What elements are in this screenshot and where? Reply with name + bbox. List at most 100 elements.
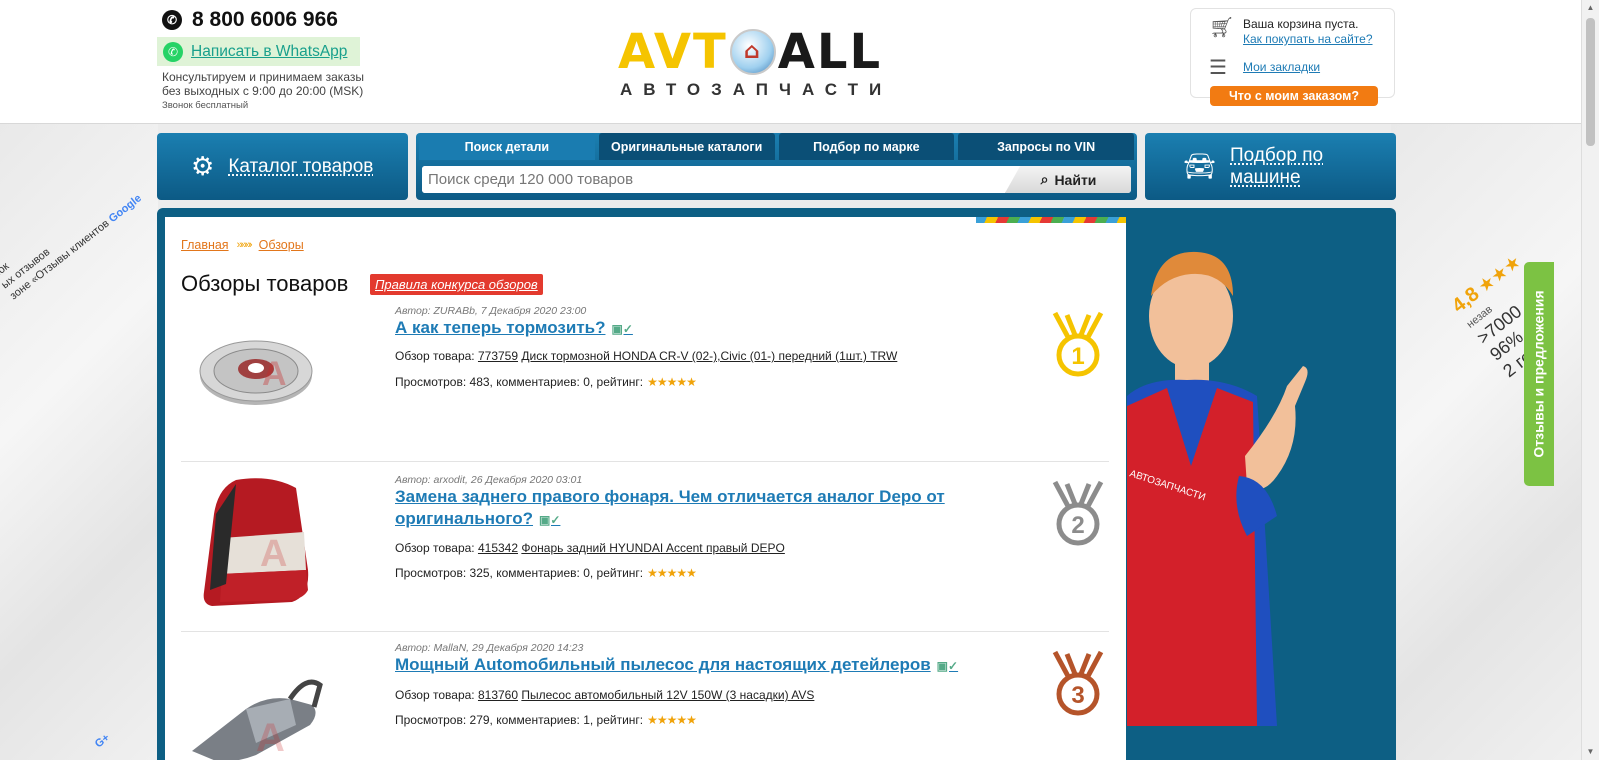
review-product: Обзор товара: 773759 Диск тормозной HOND… (395, 349, 897, 363)
consult-line: без выходных с 9:00 до 20:00 (MSK) (162, 84, 364, 98)
review-stats-text: Просмотров: 325, комментариев: 0, рейтин… (395, 566, 644, 580)
tab-part-search[interactable]: Поиск детали (419, 133, 595, 160)
rating-stars-icon: ★★★★★ (647, 713, 697, 727)
silver-medal-icon: 2 (1052, 480, 1104, 546)
car-icon: 🚘︎ (1183, 151, 1217, 181)
review-author: Автор: arxodit, 26 Декабря 2020 03:01 (395, 474, 583, 486)
catalog-button[interactable]: ⚙ Каталог товаров (157, 133, 408, 200)
rating-stars-icon: ★★★★★ (647, 375, 697, 389)
breadcrumb-arrows-icon: »»»› (236, 239, 253, 251)
product-prefix: Обзор товара: (395, 349, 475, 363)
review-stats-text: Просмотров: 279, комментариев: 1, рейтин… (395, 713, 644, 727)
review-item: A Автор: MallaN, 29 Декабря 2020 14:23 М… (181, 632, 1109, 760)
review-item: A Автор: ZURABb, 7 Декабря 2020 23:00 А … (181, 303, 1109, 462)
product-code-link[interactable]: 415342 (478, 541, 518, 555)
logo-right: ALL (777, 24, 883, 80)
photo-attach-icon: ▣✓ (539, 513, 561, 527)
scroll-thumb[interactable] (1586, 18, 1595, 146)
product-prefix: Обзор товара: (395, 541, 475, 555)
place-number: 3 (1071, 682, 1084, 709)
review-title-text[interactable]: Замена заднего правого фонаря. Чем отлич… (395, 487, 945, 528)
review-stats: Просмотров: 279, комментариев: 1, рейтин… (395, 713, 697, 727)
review-author: Автор: MallaN, 29 Декабря 2020 14:23 (395, 642, 584, 654)
tab-vin-requests[interactable]: Запросы по VIN (958, 133, 1134, 160)
rating-stars-icon: ★★★★★ (647, 566, 697, 580)
review-stats: Просмотров: 325, комментариев: 0, рейтин… (395, 566, 697, 580)
bronze-medal-icon: 3 (1052, 650, 1104, 716)
search-row: ⌕ Найти (422, 166, 1131, 193)
breadcrumb: Главная »»»› Обзоры (181, 238, 304, 252)
consult-line: Консультируем и принимаем заказы (162, 70, 364, 84)
decorative-stripes (976, 217, 1126, 223)
breadcrumb-home[interactable]: Главная (181, 238, 229, 252)
search-input[interactable] (422, 166, 1005, 193)
review-product: Обзор товара: 415342 Фонарь задний HYUND… (395, 541, 785, 555)
breadcrumb-current[interactable]: Обзоры (259, 238, 304, 252)
promo-person-illustration: АВТОЗАПЧАСТИ (1127, 251, 1308, 726)
bookmark-icon[interactable]: ☰ (1209, 57, 1231, 79)
feedback-tab[interactable]: Отзывы и предложения (1524, 262, 1554, 486)
piston-icon: ⚙ (191, 151, 215, 181)
feedback-label: Отзывы и предложения (1531, 290, 1547, 458)
free-call-note: Звонок бесплатный (162, 100, 249, 111)
scroll-up-icon[interactable]: ▲ (1586, 3, 1595, 13)
tab-by-brand[interactable]: Подбор по марке (778, 133, 955, 160)
search-button[interactable]: ⌕ Найти (1005, 166, 1131, 193)
tab-original-catalogs[interactable]: Оригинальные каталоги (598, 133, 775, 160)
snow-globe-icon: ⌂ (729, 29, 776, 75)
cart-status: Ваша корзина пуста. (1243, 17, 1359, 31)
bookmarks-link[interactable]: Мои закладки (1243, 60, 1320, 74)
search-block: Поиск детали Оригинальные каталоги Подбо… (416, 133, 1137, 200)
cart-row: 🛒︎ Ваша корзина пуста. Как покупать на с… (1209, 17, 1373, 47)
vacuum-cleaner-image[interactable]: A (181, 640, 331, 760)
whatsapp-link[interactable]: Написать в WhatsApp (191, 43, 347, 61)
site-logo[interactable]: AVT ⌂ ALL АВТОЗАПЧАСТИ (618, 26, 930, 102)
whatsapp-block[interactable]: ✆ Написать в WhatsApp (157, 37, 360, 66)
photo-attach-icon: ▣✓ (611, 322, 633, 336)
phone-number[interactable]: 8 800 6006 966 (192, 8, 338, 32)
cart-icon[interactable]: 🛒︎ (1209, 17, 1234, 39)
logo-subtitle: АВТОЗАПЧАСТИ (620, 80, 893, 99)
review-title-text[interactable]: Мощный Automобильный пылесос для настоящ… (395, 655, 931, 674)
review-title-text[interactable]: А как теперь тормозить? (395, 318, 605, 337)
phone-icon: ✆ (162, 10, 182, 30)
product-code-link[interactable]: 773759 (478, 349, 518, 363)
product-prefix: Обзор товара: (395, 688, 475, 702)
reviews-content: Главная »»»› Обзоры Обзоры товаров Прави… (165, 217, 1126, 760)
consult-text: Консультируем и принимаем заказы без вых… (162, 70, 364, 98)
review-title[interactable]: А как теперь тормозить? ▣✓ (395, 317, 985, 340)
how-to-buy-link[interactable]: Как покупать на сайте? (1243, 32, 1373, 46)
svg-text:A: A (262, 355, 287, 393)
product-name-link[interactable]: Диск тормозной HONDA CR-V (02-),Civic (0… (521, 349, 897, 363)
review-stats: Просмотров: 483, комментариев: 0, рейтин… (395, 375, 697, 389)
car-select-button[interactable]: 🚘︎ Подбор по машине (1145, 133, 1396, 200)
order-status-button[interactable]: Что с моим заказом? (1210, 86, 1378, 106)
search-icon: ⌕ (1040, 171, 1049, 187)
page-title: Обзоры товаров (181, 271, 349, 296)
review-title[interactable]: Замена заднего правого фонаря. Чем отлич… (395, 486, 985, 531)
search-button-label: Найти (1054, 171, 1097, 188)
search-tabs: Поиск детали Оригинальные каталоги Подбо… (416, 133, 1137, 160)
product-code-link[interactable]: 813760 (478, 688, 518, 702)
tail-light-image[interactable]: A (181, 474, 331, 614)
review-author: Автор: ZURABb, 7 Декабря 2020 23:00 (395, 305, 587, 317)
brake-disc-image[interactable]: A (181, 303, 331, 443)
contest-rules-button[interactable]: Правила конкурса обзоров (370, 274, 543, 295)
whatsapp-icon: ✆ (163, 41, 183, 62)
svg-text:A: A (260, 533, 287, 575)
photo-attach-icon: ▣✓ (936, 659, 959, 673)
bookmarks-row: ☰ Мои закладки (1209, 57, 1320, 79)
page-scrollbar[interactable]: ▲ ▼ (1581, 0, 1599, 760)
phone-block[interactable]: ✆ 8 800 6006 966 (162, 8, 338, 32)
product-name-link[interactable]: Пылесос автомобильный 12V 150W (3 насадк… (521, 688, 814, 702)
gold-medal-icon: 1 (1052, 311, 1104, 377)
review-stats-text: Просмотров: 483, комментариев: 0, рейтин… (395, 375, 644, 389)
svg-text:A: A (256, 716, 285, 760)
place-number: 1 (1071, 343, 1084, 370)
product-name-link[interactable]: Фонарь задний HYUNDAI Accent правый DEPO (521, 541, 785, 555)
scroll-down-icon[interactable]: ▼ (1586, 747, 1595, 757)
catalog-label: Каталог товаров (228, 155, 374, 177)
car-select-label: Подбор по машине (1230, 144, 1324, 188)
logo-left: AVT (618, 24, 728, 80)
review-title[interactable]: Мощный Automобильный пылесос для настоящ… (395, 654, 1035, 677)
